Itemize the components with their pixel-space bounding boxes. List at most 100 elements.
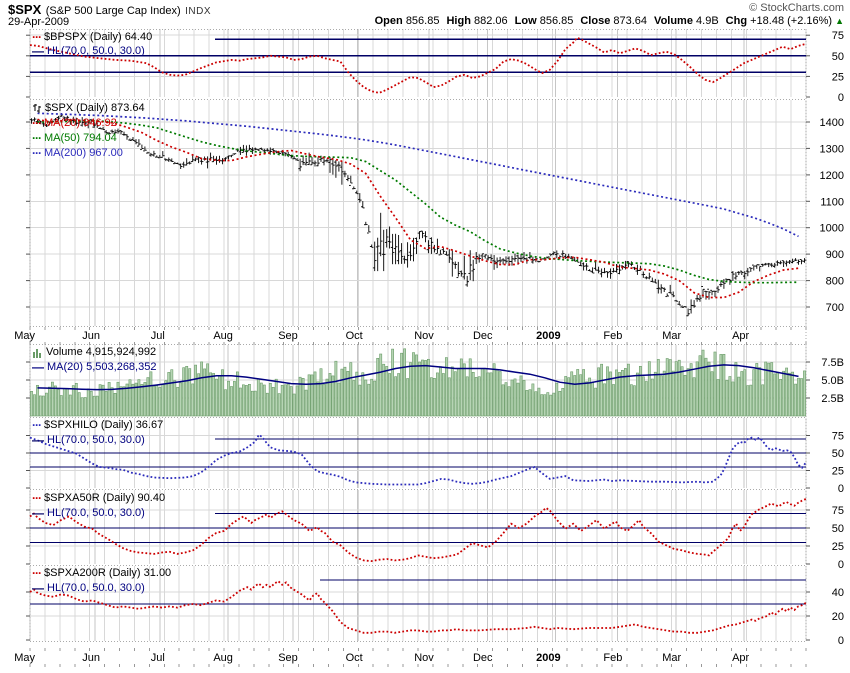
dotted-line-icon: ··· [32, 418, 42, 432]
quote-open: Open 856.85 [375, 15, 440, 27]
quote-chg: Chg +18.48 (+2.16%) [726, 15, 832, 27]
quote-volume: Volume 4.9B [654, 15, 719, 27]
svg-text:Oct: Oct [346, 330, 363, 342]
svg-text:5.0B: 5.0B [821, 375, 844, 387]
stockcharts-chart: 75 50 25 0 1400 1300 1200 1100 1000 900 800 700 7.5B… [0, 0, 850, 668]
svg-text:20: 20 [832, 611, 844, 623]
svg-text:May: May [14, 330, 35, 342]
svg-text:Mar: Mar [662, 652, 681, 664]
svg-text:25: 25 [832, 541, 844, 553]
spxa200r-title-row: ··· $SPXA200R (Daily) 31.00 [32, 567, 171, 579]
solid-line-icon: — [32, 433, 44, 447]
svg-text:40: 40 [832, 587, 844, 599]
spx-ma50-label-row: ··· MA(50) 794.04 [32, 132, 117, 144]
spxa50r-title: $SPXA50R (Daily) 90.40 [44, 492, 166, 504]
svg-text:Oct: Oct [346, 652, 363, 664]
dotted-line-icon: ··· [32, 566, 42, 580]
copyright: © StockCharts.com [749, 2, 844, 14]
svg-text:1400: 1400 [820, 117, 844, 129]
svg-text:Dec: Dec [473, 652, 493, 664]
quote-label: Close [580, 15, 611, 27]
volume-bars-icon [33, 348, 41, 358]
svg-text:50: 50 [832, 523, 844, 535]
svg-text:25: 25 [832, 71, 844, 83]
spx-ma200-label-row: ··· MA(200) 967.00 [32, 147, 123, 159]
svg-text:1300: 1300 [820, 143, 844, 155]
svg-text:25: 25 [832, 466, 844, 478]
quote-value: 873.64 [613, 15, 648, 27]
svg-text:75: 75 [832, 505, 844, 517]
svg-text:1200: 1200 [820, 170, 844, 182]
svg-text:50: 50 [832, 51, 844, 63]
svg-text:Mar: Mar [662, 330, 681, 342]
spxa50r-title-row: ··· $SPXA50R (Daily) 90.40 [32, 492, 165, 504]
svg-text:2009: 2009 [536, 652, 560, 664]
spx-ma50-label: MA(50) 794.04 [44, 132, 117, 144]
svg-text:900: 900 [826, 249, 844, 261]
chart-date: 29-Apr-2009 [8, 16, 70, 28]
spxhilo-title-row: ··· $SPXHILO (Daily) 36.67 [32, 419, 163, 431]
quote-label: Low [514, 15, 537, 27]
svg-text:Feb: Feb [603, 652, 622, 664]
quote-label: Open [374, 15, 403, 27]
svg-text:0: 0 [838, 559, 844, 571]
svg-text:Sep: Sep [278, 330, 298, 342]
svg-text:Apr: Apr [732, 330, 749, 342]
volume-ma-label-row: — MA(20) 5,503,268,352 [32, 361, 156, 373]
spxa50r-hl-legend: HL(70.0, 50.0, 30.0) [47, 507, 145, 519]
volume-title-row: Volume 4,915,924,992 [32, 346, 156, 358]
svg-text:May: May [14, 652, 35, 664]
dotted-line-icon: ··· [32, 491, 42, 505]
volume-ma-label: MA(20) 5,503,268,352 [47, 361, 157, 373]
spx-ma20-label-row: ··· MA(20) 846.92 [32, 117, 117, 129]
svg-text:75: 75 [832, 30, 844, 42]
chart-header: $SPX (S&P 500 Large Cap Index) INDX © St… [0, 0, 850, 29]
svg-text:75: 75 [832, 431, 844, 443]
spxhilo-hl-legend-row: — HL(70.0, 50.0, 30.0) [32, 434, 145, 446]
quote-label: Chg [725, 15, 748, 27]
ohlc-bars-icon [33, 103, 41, 113]
quote-label: High [446, 15, 471, 27]
bpspx-hl-legend: HL(70.0, 50.0, 30.0) [47, 45, 145, 57]
y-axis-labels: 75 50 25 0 1400 1300 1200 1100 1000 900 800 700 7.5B… [26, 30, 844, 647]
svg-text:Aug: Aug [213, 652, 233, 664]
svg-text:Aug: Aug [213, 330, 233, 342]
symbol: $SPX [8, 2, 42, 17]
solid-line-icon: — [32, 506, 44, 520]
quote-value: +18.48 (+2.16%) [750, 15, 833, 27]
dotted-line-icon: ··· [32, 146, 42, 160]
spx-ma20-label: MA(20) 846.92 [44, 117, 117, 129]
svg-text:Apr: Apr [732, 652, 749, 664]
bpspx-hl-legend-row: — HL(70.0, 50.0, 30.0) [32, 45, 145, 57]
svg-text:0: 0 [838, 483, 844, 495]
svg-text:700: 700 [826, 302, 844, 314]
spx-ma200-label: MA(200) 967.00 [44, 147, 123, 159]
svg-text:50: 50 [832, 448, 844, 460]
change-up-triangle-icon: ▲ [835, 16, 844, 26]
volume-title: Volume 4,915,924,992 [46, 346, 157, 358]
svg-text:0: 0 [838, 635, 844, 647]
quote-value: 882.06 [473, 15, 508, 27]
svg-text:0: 0 [838, 92, 844, 104]
svg-text:Feb: Feb [603, 330, 622, 342]
svg-text:800: 800 [826, 276, 844, 288]
spxhilo-hl-legend: HL(70.0, 50.0, 30.0) [47, 434, 145, 446]
svg-text:2.5B: 2.5B [821, 393, 844, 405]
svg-text:Jul: Jul [151, 652, 165, 664]
spxa50r-hl-legend-row: — HL(70.0, 50.0, 30.0) [32, 507, 145, 519]
bpspx-title: $BPSPX (Daily) 64.40 [44, 31, 153, 43]
svg-text:2009: 2009 [536, 330, 560, 342]
svg-text:Jul: Jul [151, 330, 165, 342]
exchange-label: INDX [185, 6, 212, 17]
grid-vertical-month [29, 29, 745, 641]
spxa200r-hl-legend-row: — HL(70.0, 50.0, 30.0) [32, 582, 145, 594]
dotted-line-icon: ··· [32, 131, 42, 145]
dotted-line-icon: ··· [32, 30, 42, 44]
quote-value: 856.85 [539, 15, 574, 27]
spx-title-row: $SPX (Daily) 873.64 [32, 102, 145, 114]
svg-text:Sep: Sep [278, 652, 298, 664]
quote-value: 856.85 [405, 15, 440, 27]
svg-text:1000: 1000 [820, 223, 844, 235]
spxa200r-title: $SPXA200R (Daily) 31.00 [44, 567, 172, 579]
solid-line-icon: — [32, 44, 44, 58]
